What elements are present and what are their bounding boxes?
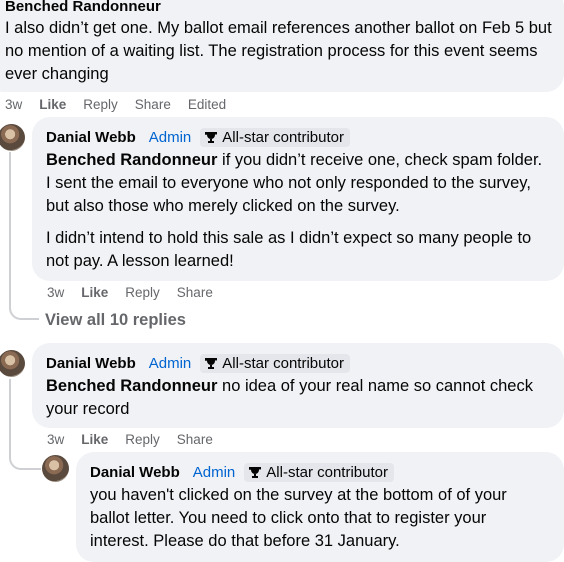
- badge-label: All-star contributor: [222, 354, 344, 372]
- thread-connector: [9, 296, 39, 320]
- comment-bubble: Danial Webb Admin All-star contributor B…: [32, 117, 564, 281]
- comment-text: I also didn’t get one. My ballot email r…: [5, 19, 552, 83]
- user-avatar[interactable]: [42, 455, 69, 482]
- comment-bubble: Benched Randonneur I also didn’t get one…: [0, 0, 564, 92]
- trophy-icon: [205, 357, 218, 369]
- comment-text: you haven't clicked on the survey at the…: [90, 486, 507, 550]
- comment-text: Benched Randonneur no idea of your real …: [46, 375, 550, 421]
- like-button[interactable]: Like: [81, 285, 108, 300]
- share-button[interactable]: Share: [177, 432, 213, 447]
- reply-button[interactable]: Reply: [125, 285, 160, 300]
- comment-actions: 3w Like Reply Share: [47, 283, 230, 301]
- thread-line: [9, 379, 11, 459]
- admin-label: Admin: [148, 128, 192, 146]
- comment-actions: 3w Like Reply Share Edited: [5, 95, 243, 113]
- contributor-badge[interactable]: All-star contributor: [200, 127, 350, 147]
- user-avatar[interactable]: [0, 124, 25, 151]
- thread-line: [9, 152, 11, 302]
- share-button[interactable]: Share: [135, 97, 171, 112]
- comment-actions: 3w Like Reply Share: [47, 430, 230, 448]
- comment-header: Danial Webb Admin All-star contributor: [90, 461, 550, 483]
- user-mention[interactable]: Benched Randonneur: [46, 151, 217, 169]
- edited-label[interactable]: Edited: [188, 97, 226, 112]
- trophy-icon: [249, 466, 262, 478]
- user-mention[interactable]: Benched Randonneur: [46, 377, 217, 395]
- comment-author[interactable]: Danial Webb: [46, 355, 136, 372]
- like-button[interactable]: Like: [81, 432, 108, 447]
- badge-label: All-star contributor: [222, 128, 344, 146]
- admin-label: Admin: [192, 463, 236, 481]
- comment-header: Danial Webb Admin All-star contributor: [46, 126, 550, 148]
- trophy-icon: [205, 131, 218, 143]
- comment-header: Danial Webb Admin All-star contributor: [46, 352, 550, 374]
- comment-text: Benched Randonneur if you didn’t receive…: [46, 149, 550, 218]
- comment-author[interactable]: Benched Randonneur: [5, 0, 564, 15]
- contributor-badge[interactable]: All-star contributor: [200, 353, 350, 373]
- share-button[interactable]: Share: [177, 285, 213, 300]
- comment-bubble: Danial Webb Admin All-star contributor B…: [32, 343, 564, 428]
- comment-author[interactable]: Danial Webb: [46, 129, 136, 146]
- thread-connector: [9, 452, 41, 470]
- comment-timestamp[interactable]: 3w: [47, 432, 64, 447]
- admin-label: Admin: [148, 354, 192, 372]
- badge-label: All-star contributor: [266, 463, 388, 481]
- comment-text-p2: I didn’t intend to hold this sale as I d…: [46, 229, 532, 270]
- user-avatar[interactable]: [0, 350, 25, 377]
- reply-button[interactable]: Reply: [125, 432, 160, 447]
- comment-timestamp[interactable]: 3w: [5, 97, 22, 112]
- comment-author[interactable]: Danial Webb: [90, 464, 180, 481]
- view-all-replies-link[interactable]: View all 10 replies: [45, 311, 186, 330]
- contributor-badge[interactable]: All-star contributor: [244, 462, 394, 482]
- reply-button[interactable]: Reply: [83, 97, 118, 112]
- comment-bubble: Danial Webb Admin All-star contributor y…: [76, 452, 564, 562]
- like-button[interactable]: Like: [39, 97, 66, 112]
- comment-timestamp[interactable]: 3w: [47, 285, 64, 300]
